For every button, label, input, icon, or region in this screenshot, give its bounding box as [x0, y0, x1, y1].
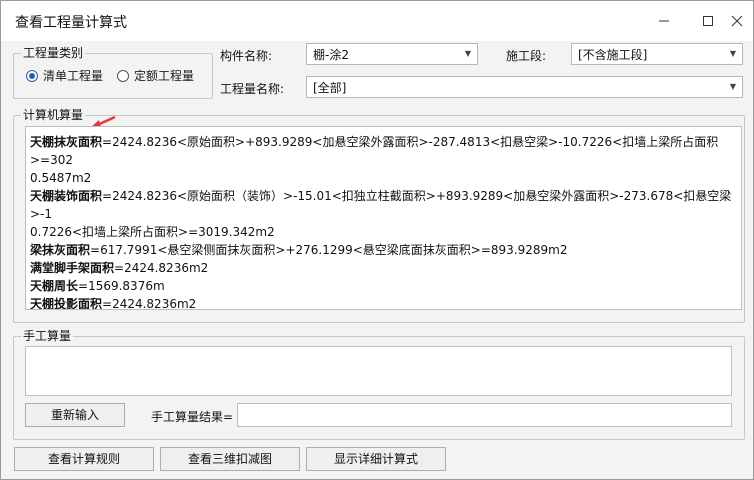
quantity-name-select[interactable]: [全部] ▼: [306, 76, 743, 98]
title-bar: 查看工程量计算式: [1, 1, 753, 41]
calc-line: 天棚装饰面积=2424.8236<原始面积（装饰）>-15.01<扣独立柱截面积…: [30, 189, 732, 221]
radio-list-quantity-label: 清单工程量: [43, 69, 104, 83]
calc-line: 满堂脚手架面积=2424.8236m2: [30, 261, 209, 275]
computer-calc-textarea[interactable]: 天棚抹灰面积=2424.8236<原始面积>+893.9289<加悬空梁外露面积…: [25, 126, 742, 310]
calc-line: 梁抹灰面积=617.7991<悬空梁侧面抹灰面积>+276.1299<悬空梁底面…: [30, 243, 568, 257]
construction-segment-select[interactable]: [不含施工段] ▼: [571, 43, 743, 65]
calc-line: 天棚周长=1569.8376m: [30, 279, 165, 293]
dropdown-arrow-icon: ▼: [729, 82, 736, 91]
component-name-select[interactable]: 棚-涂2 ▼: [306, 43, 478, 65]
dropdown-arrow-icon: ▼: [729, 49, 736, 58]
computer-calc-label: 计算机算量: [21, 106, 86, 123]
dropdown-arrow-icon: ▼: [464, 49, 471, 58]
manual-result-input[interactable]: [237, 403, 732, 427]
close-icon: [731, 15, 743, 27]
manual-calc-textarea[interactable]: [25, 346, 732, 396]
category-group-label: 工程量类别: [21, 44, 86, 61]
radio-selected-icon: [26, 69, 38, 82]
dialog-window: 查看工程量计算式 工程量类别 清单工程量 定额工程量 构件名称: 棚-涂2 ▼ …: [0, 0, 754, 480]
maximize-icon: [703, 16, 713, 26]
radio-list-quantity[interactable]: 清单工程量: [26, 67, 103, 84]
component-name-label: 构件名称:: [220, 49, 273, 63]
manual-calc-label: 手工算量: [21, 327, 74, 344]
calc-line: 0.5487m2: [30, 171, 92, 185]
component-name-value: 棚-涂2: [313, 48, 349, 62]
maximize-button[interactable]: [696, 9, 720, 33]
calc-line: 天棚投影面积=2424.8236m2: [30, 297, 197, 310]
quantity-name-value: [全部]: [313, 81, 347, 95]
view-3d-deduction-button[interactable]: 查看三维扣减图: [160, 447, 300, 471]
calc-line: 天棚抹灰面积=2424.8236<原始面积>+893.9289<加悬空梁外露面积…: [30, 135, 719, 167]
minimize-button[interactable]: [652, 9, 676, 33]
construction-segment-label: 施工段:: [506, 49, 547, 63]
minimize-icon: [659, 20, 669, 22]
quantity-name-label: 工程量名称:: [220, 82, 285, 96]
view-calc-rules-button[interactable]: 查看计算规则: [14, 447, 154, 471]
radio-quota-quantity-label: 定额工程量: [134, 69, 195, 83]
window-title: 查看工程量计算式: [15, 15, 127, 31]
close-button[interactable]: [725, 9, 749, 33]
radio-quota-quantity[interactable]: 定额工程量: [117, 67, 194, 84]
construction-segment-value: [不含施工段]: [578, 48, 648, 62]
calc-line: 0.7226<扣墙上梁所占面积>=3019.342m2: [30, 225, 275, 239]
reenter-button[interactable]: 重新输入: [25, 403, 125, 427]
manual-result-label: 手工算量结果=: [151, 410, 234, 424]
show-detailed-formula-button[interactable]: 显示详细计算式: [306, 447, 446, 471]
radio-unselected-icon: [117, 69, 129, 82]
